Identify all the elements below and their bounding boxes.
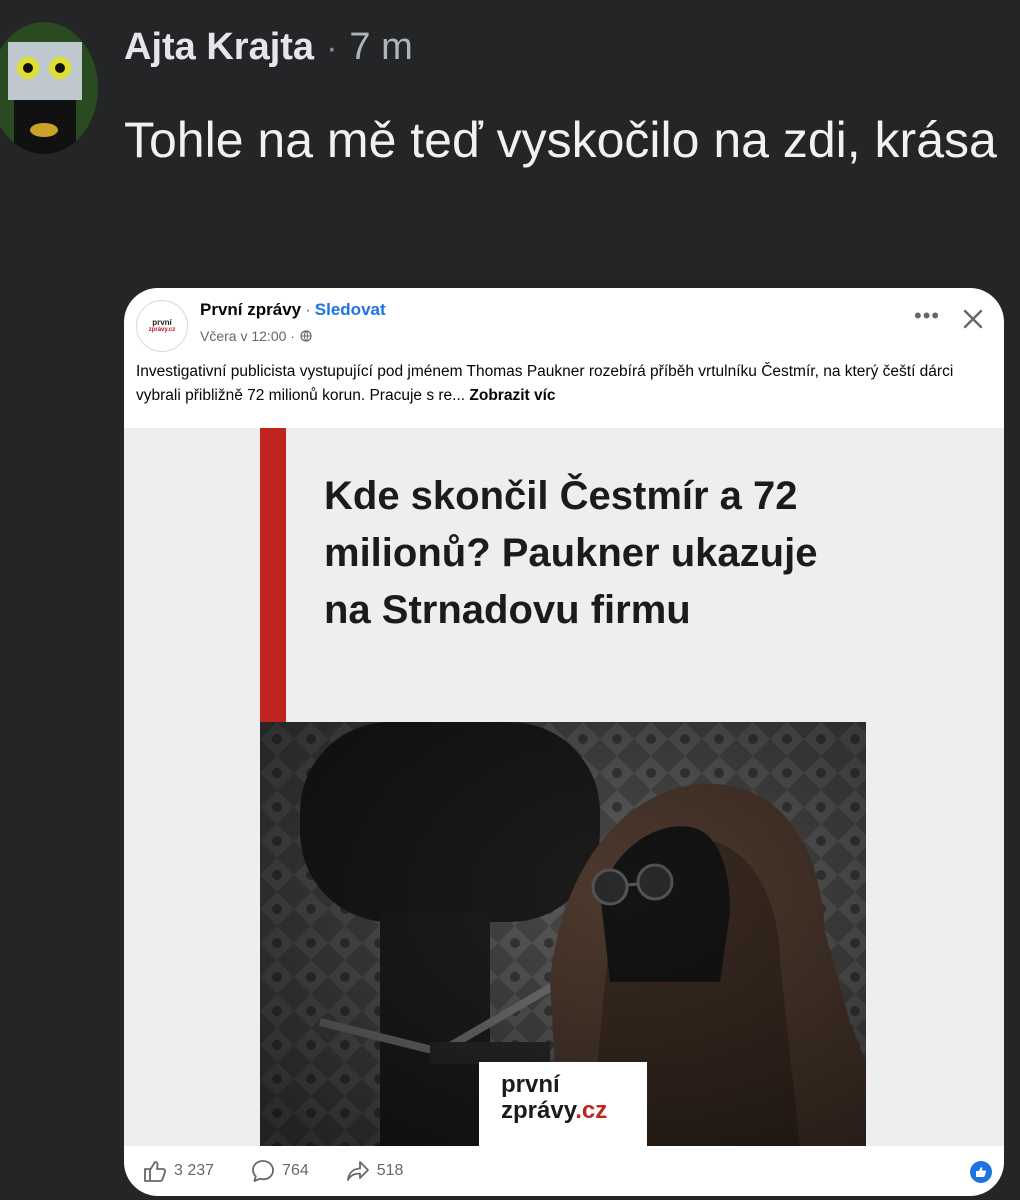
close-icon[interactable] <box>960 306 986 332</box>
post-body: Investigativní publicista vystupující po… <box>136 360 1000 408</box>
brand-watermark: první zprávy.cz <box>479 1062 647 1146</box>
globe-icon <box>300 330 312 342</box>
more-horizontal-icon[interactable]: ••• <box>914 305 940 327</box>
page-logo-line2: zprávy.cz <box>148 327 176 333</box>
article-headline: Kde skončil Čestmír a 72 milionů? Paukne… <box>324 474 818 632</box>
shared-post-screenshot[interactable]: první zprávy.cz První zprávy · Sledovat Vč… <box>124 288 1004 1196</box>
page-name-separator: · <box>305 300 311 319</box>
see-more-link[interactable]: Zobrazit víc <box>469 387 555 404</box>
follow-button[interactable]: Sledovat <box>315 300 386 319</box>
comment-button[interactable]: 764 <box>250 1158 309 1184</box>
headline-accent-bar <box>260 428 286 722</box>
share-button[interactable]: 518 <box>345 1158 404 1184</box>
comment-separator: · <box>326 29 338 67</box>
share-count: 518 <box>376 1162 404 1179</box>
comment-timestamp[interactable]: 7 m <box>349 26 412 69</box>
page-logo[interactable]: první zprávy.cz <box>136 300 188 352</box>
comment-header: Ajta Krajta · 7 m <box>124 26 413 86</box>
page-name[interactable]: První zprávy <box>200 300 301 319</box>
article-image[interactable]: Kde skončil Čestmír a 72 milionů? Paukne… <box>124 428 1004 1146</box>
thumbs-up-small-icon <box>976 1167 987 1177</box>
avatar[interactable] <box>0 22 98 154</box>
share-arrow-icon <box>346 1161 369 1181</box>
post-timestamp[interactable]: Včera v 12:00 · <box>200 328 295 344</box>
brand-name: zprávy <box>501 1097 576 1124</box>
brand-line2: zprávy.cz <box>501 1097 647 1124</box>
brand-line1: první <box>501 1071 560 1098</box>
post-meta: Včera v 12:00 · <box>200 328 312 344</box>
thumbs-up-icon <box>144 1161 167 1182</box>
comment-author-name[interactable]: Ajta Krajta <box>124 26 314 69</box>
like-count: 3 237 <box>174 1162 215 1179</box>
page-name-row: První zprávy · Sledovat <box>200 300 386 320</box>
brand-tld: .cz <box>575 1097 608 1124</box>
page-logo-line1: první <box>152 318 172 327</box>
messenger-like-icon[interactable] <box>970 1161 992 1183</box>
reaction-bar: 3 237 764 518 <box>142 1158 439 1184</box>
comment-bubble-icon <box>252 1160 274 1182</box>
comment-count: 764 <box>282 1162 309 1179</box>
like-button[interactable]: 3 237 <box>142 1158 214 1184</box>
comment-text: Tohle na mě teď vyskočilo na zdi, krása <box>124 112 997 168</box>
